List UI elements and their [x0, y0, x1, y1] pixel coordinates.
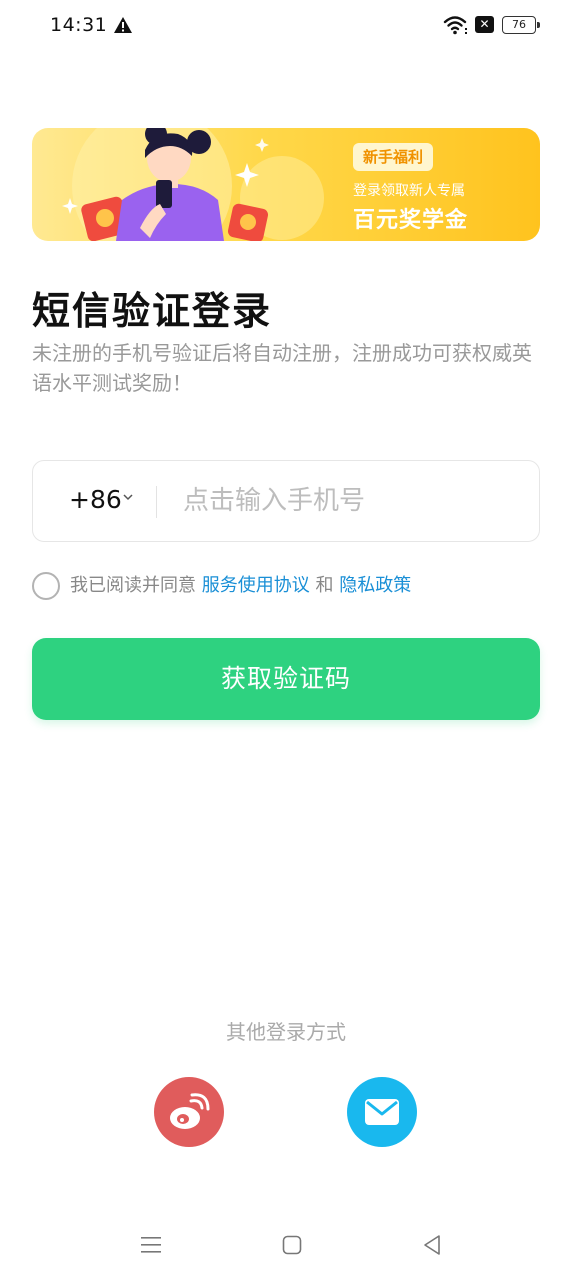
back-icon[interactable]: [422, 1234, 442, 1256]
agreement-text: 我已阅读并同意 服务使用协议 和 隐私政策: [70, 573, 411, 599]
page-subtitle: 未注册的手机号验证后将自动注册，注册成功可获权威英语水平测试奖励！: [32, 341, 532, 395]
agreement-and: 和: [315, 575, 334, 596]
wifi-icon: [443, 16, 467, 35]
home-icon[interactable]: [282, 1235, 302, 1255]
battery-icon: 76: [502, 16, 540, 34]
agreement-prefix: 我已阅读并同意: [70, 575, 196, 596]
warning-icon: [114, 17, 132, 33]
banner-badge: 新手福利: [353, 143, 434, 171]
promo-banner[interactable]: 新手福利 登录领取新人专属 百元奖学金: [32, 128, 540, 241]
agreement-checkbox[interactable]: [32, 572, 60, 600]
weibo-icon: [170, 1093, 210, 1129]
input-divider: [156, 486, 157, 518]
sim-off-icon: ✕: [475, 16, 494, 33]
email-login-button[interactable]: [347, 1077, 417, 1147]
chevron-down-icon[interactable]: [123, 493, 133, 501]
weibo-login-button[interactable]: [154, 1077, 224, 1147]
get-code-button[interactable]: 获取验证码: [32, 638, 540, 720]
menu-icon[interactable]: [140, 1235, 162, 1255]
page-title: 短信验证登录: [32, 289, 273, 333]
status-time: 14:31: [50, 14, 108, 36]
terms-link[interactable]: 服务使用协议: [202, 575, 310, 596]
battery-level: 76: [512, 18, 526, 31]
banner-subtitle: 登录领取新人专属: [353, 183, 465, 199]
banner-headline: 百元奖学金: [353, 208, 469, 233]
phone-input[interactable]: [183, 477, 513, 525]
phone-field: +86: [32, 460, 540, 542]
status-bar: 14:31 ✕ 76: [0, 0, 572, 52]
other-login-title: 其他登录方式: [226, 1020, 346, 1044]
email-icon: [365, 1099, 399, 1125]
country-code-selector[interactable]: +86: [69, 485, 122, 514]
privacy-link[interactable]: 隐私政策: [339, 575, 411, 596]
